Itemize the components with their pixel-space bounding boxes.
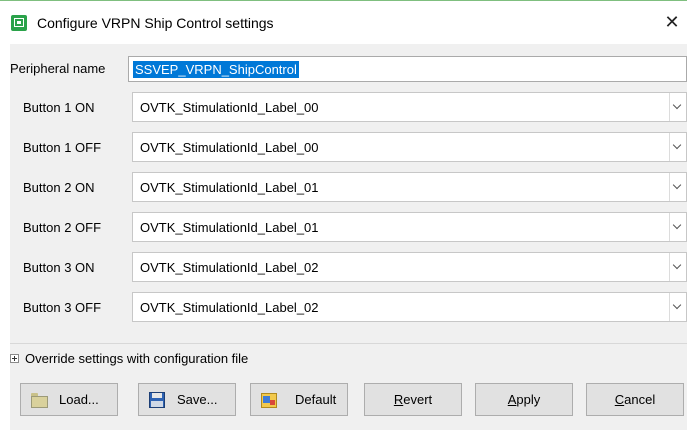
cancel-button[interactable]: Cancel [586, 383, 684, 416]
button-3-off-label: Button 3 OFF [23, 300, 102, 315]
chevron-down-icon[interactable] [669, 133, 686, 161]
chevron-down-icon[interactable] [669, 93, 686, 121]
close-icon[interactable]: ✕ [661, 11, 683, 33]
combo-value: OVTK_StimulationId_Label_02 [140, 260, 319, 275]
apply-button[interactable]: Apply [475, 383, 573, 416]
save-button[interactable]: Save... [138, 383, 236, 416]
folder-icon [30, 391, 48, 409]
default-button[interactable]: Default [250, 383, 348, 416]
combo-value: OVTK_StimulationId_Label_01 [140, 180, 319, 195]
window-title: Configure VRPN Ship Control settings [37, 15, 274, 31]
chevron-down-icon[interactable] [669, 293, 686, 321]
save-button-label: Save... [177, 392, 218, 407]
peripheral-name-value: SSVEP_VRPN_ShipControl [133, 61, 299, 78]
button-2-off-label: Button 2 OFF [23, 220, 102, 235]
override-settings-label[interactable]: Override settings with configuration fil… [25, 351, 248, 367]
dialog-body: Peripheral name SSVEP_VRPN_ShipControl B… [10, 44, 687, 430]
button-3-off-combo[interactable]: OVTK_StimulationId_Label_02 [132, 292, 687, 322]
load-button[interactable]: Load... [20, 383, 118, 416]
button-1-on-combo[interactable]: OVTK_StimulationId_Label_00 [132, 92, 687, 122]
peripheral-name-input[interactable]: SSVEP_VRPN_ShipControl [128, 56, 687, 82]
expand-plus-icon[interactable] [10, 354, 19, 363]
button-2-on-combo[interactable]: OVTK_StimulationId_Label_01 [132, 172, 687, 202]
floppy-disk-icon [148, 391, 166, 409]
button-1-off-label: Button 1 OFF [23, 140, 102, 155]
combo-value: OVTK_StimulationId_Label_00 [140, 100, 319, 115]
apply-button-label: Apply [507, 392, 541, 407]
combo-value: OVTK_StimulationId_Label_01 [140, 220, 319, 235]
revert-button[interactable]: Revert [364, 383, 462, 416]
separator [10, 343, 687, 344]
title-bar: Configure VRPN Ship Control settings ✕ [0, 0, 687, 44]
button-2-off-combo[interactable]: OVTK_StimulationId_Label_01 [132, 212, 687, 242]
button-1-on-label: Button 1 ON [23, 100, 95, 115]
load-button-label: Load... [59, 392, 99, 407]
default-settings-icon [260, 391, 278, 409]
button-2-on-label: Button 2 ON [23, 180, 95, 195]
app-icon [11, 15, 27, 31]
button-3-on-combo[interactable]: OVTK_StimulationId_Label_02 [132, 252, 687, 282]
button-3-on-label: Button 3 ON [23, 260, 95, 275]
button-1-off-combo[interactable]: OVTK_StimulationId_Label_00 [132, 132, 687, 162]
chevron-down-icon[interactable] [669, 173, 686, 201]
combo-value: OVTK_StimulationId_Label_02 [140, 300, 319, 315]
peripheral-name-label: Peripheral name [10, 61, 106, 76]
combo-value: OVTK_StimulationId_Label_00 [140, 140, 319, 155]
revert-button-label: Revert [393, 392, 433, 407]
cancel-button-label: Cancel [614, 392, 656, 407]
default-button-label: Default [295, 392, 337, 407]
chevron-down-icon[interactable] [669, 253, 686, 281]
chevron-down-icon[interactable] [669, 213, 686, 241]
